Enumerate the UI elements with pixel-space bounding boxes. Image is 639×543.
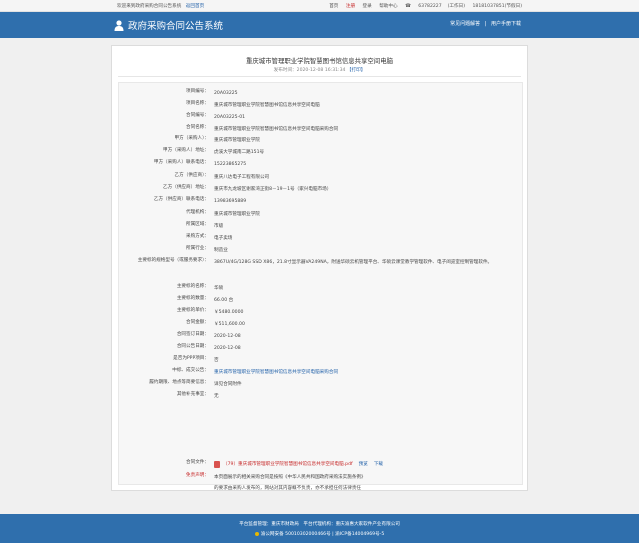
row-label: 主要标的名称：	[176, 284, 209, 289]
hotline-phone: ☎ 63782227 (工作日)	[405, 4, 466, 9]
footer-license-line: 渝公网安备 50010302000466号 | 渝ICP备14004969号-5	[0, 531, 639, 537]
row-value: 重庆市九龙坡区谢家湾正街8－19－1号（家兴电脑市场）	[214, 187, 332, 192]
row-label: 代理机构：	[186, 210, 209, 215]
welcome-area: 欢迎来到政府采购合同公告系统 返回首页	[117, 3, 204, 9]
row-label: 其他补充事宜：	[176, 392, 209, 397]
row-label: 主要标的单价：	[176, 308, 209, 313]
row-value: 2020-12-08	[214, 346, 241, 351]
preview-link[interactable]: 预览	[359, 459, 368, 470]
site-footer: 平台监督管理：重庆市财政局 平台代理机构：重庆渝惠大家软件产业有限公司 渝公网安…	[0, 514, 639, 543]
contract-detail-panel: 项目编号： 20A03225 项目名称： 重庆城市管理职业学院智慧图书馆信息共享空间电…	[118, 82, 523, 491]
police-badge-icon	[254, 531, 259, 536]
site-title: 政府采购合同公告系统	[114, 18, 223, 32]
row-value: 制造业	[214, 248, 228, 253]
row-value: 华硕	[214, 286, 224, 291]
print-link[interactable]: 【打印】	[347, 68, 365, 73]
top-utility-bar: 欢迎来到政府采购合同公告系统 返回首页 首页 注册 登录 帮助中心 ☎ 6378…	[0, 0, 639, 12]
row-label: 乙方（供应商）联系电话：	[153, 197, 209, 202]
row-label: 合同公告日期：	[176, 344, 209, 349]
row-value: 重庆八达电子工程有限公司	[214, 175, 270, 180]
site-header: 政府采购合同公告系统 常见问题解答 | 用户手册下载	[0, 12, 639, 38]
row-value: 虎溪大学城南二路151号	[214, 150, 265, 155]
row-label: 采购方式：	[186, 234, 209, 239]
publish-meta: 发布时间：2020-12-08 16:31:34 【打印】	[112, 67, 527, 73]
row-label: 合同签订日期：	[176, 332, 209, 337]
row-label: 履约期限、地点等简要信息：	[149, 380, 209, 385]
row-value: 重庆城市管理职业学院智慧图书馆信息共享空间电脑	[214, 103, 320, 108]
row-value: 2020-12-08	[214, 334, 241, 339]
welcome-text: 欢迎来到政府采购合同公告系统	[117, 4, 182, 9]
row-label: 乙方（供应商）：	[174, 173, 209, 178]
pdf-icon	[214, 461, 220, 468]
row-label: 合同文件：	[186, 460, 209, 465]
row-value: 详见合同附件	[214, 382, 242, 387]
row-label: 项目编号：	[186, 89, 209, 94]
row-label: 所属区域：	[186, 222, 209, 227]
row-label: 合同金额：	[186, 320, 209, 325]
help-center-link[interactable]: 帮助中心	[379, 4, 397, 9]
row-value: ￥511,600.00	[214, 322, 245, 327]
row-value: 市级	[214, 224, 224, 229]
download-link[interactable]: 下载	[374, 459, 383, 470]
attachment-file: （79）重庆城市管理职业学院智慧图书馆信息共享空间电脑.pdf 预览 下载	[214, 459, 494, 470]
row-value: 否	[214, 358, 219, 363]
row-value: ￥5480.0000	[214, 310, 244, 315]
site-title-text: 政府采购合同公告系统	[128, 21, 224, 32]
header-separator: |	[484, 21, 487, 27]
home-nav-link[interactable]: 首页	[329, 4, 338, 9]
row-label: 主要标的规格型号（或服务要求）：	[137, 258, 209, 263]
register-link[interactable]: 注册	[346, 4, 355, 9]
row-label: 是否为PPP项目：	[173, 356, 209, 361]
manual-download-link[interactable]: 用户手册下载	[491, 21, 521, 27]
header-links: 常见问题解答 | 用户手册下载	[447, 20, 521, 27]
row-label: 甲方（采购人）：	[174, 136, 209, 141]
row-label: 甲方（采购人）地址：	[163, 148, 209, 153]
row-value: 15223865275	[214, 162, 247, 167]
row-value: 20A03225	[214, 91, 238, 96]
user-icon	[114, 19, 124, 31]
row-value: 66.00 台	[214, 298, 234, 303]
row-value[interactable]: 重庆城市管理职业学院智慧图书馆信息共享空间电脑采购合同	[214, 367, 494, 378]
police-record[interactable]: 渝公网安备 50010302000466号	[261, 532, 331, 537]
disclaimer-text: 本页面展示的相关采购合同是按照《中华人民共和国政府采购法实施条例》 的要求由采购…	[214, 475, 366, 491]
footer-org-line: 平台监督管理：重庆市财政局 平台代理机构：重庆渝惠大家软件产业有限公司	[239, 522, 400, 527]
row-label: 项目名称：	[186, 101, 209, 106]
row-label: 乙方（供应商）地址：	[163, 185, 209, 190]
row-value: 重庆城市管理职业学院智慧图书馆信息共享空间电脑采购合同	[214, 127, 339, 132]
top-links: 首页 注册 登录 帮助中心 ☎ 63782227 (工作日) 1818103785…	[323, 3, 522, 9]
row-label: 中标、成交公告：	[172, 368, 209, 373]
row-label: 主要标的数量：	[176, 296, 209, 301]
row-value: 重庆城市管理职业学院	[214, 138, 260, 143]
row-value: 3867U/4G/128G SSD X86，21.8寸显示器VA249NA，附送…	[214, 260, 493, 265]
attachment-name[interactable]: （79）重庆城市管理职业学院智慧图书馆信息共享空间电脑.pdf	[223, 459, 353, 470]
disclaimer-label: 免责声明：	[186, 473, 209, 478]
title-divider	[118, 76, 521, 77]
row-label: 合同编号：	[186, 113, 209, 118]
row-value: 无	[214, 394, 219, 399]
mobile-phone: 18181037851(节假日)	[472, 4, 522, 9]
home-link[interactable]: 返回首页	[186, 4, 204, 9]
row-value: 13983695889	[214, 199, 247, 204]
publish-time: 2020-12-08 16:31:34	[296, 68, 346, 73]
row-label: 甲方（采购人）联系电话：	[153, 160, 209, 165]
contract-card: 重庆城市管理职业学院智慧图书馆信息共享空间电脑 发布时间：2020-12-08 …	[111, 45, 528, 491]
row-value: 重庆城市管理职业学院	[214, 212, 260, 217]
row-value: 电子卖场	[214, 236, 233, 241]
publish-label: 发布时间：	[273, 68, 297, 73]
icp-record[interactable]: 渝ICP备14004969号-5	[335, 532, 384, 537]
contract-title: 重庆城市管理职业学院智慧图书馆信息共享空间电脑	[246, 57, 393, 65]
row-label: 所属行业：	[186, 246, 209, 251]
row-value: 20A03225-01	[214, 115, 246, 120]
row-label: 合同名称：	[186, 125, 209, 130]
faq-link[interactable]: 常见问题解答	[450, 21, 480, 27]
login-link[interactable]: 登录	[363, 4, 372, 9]
